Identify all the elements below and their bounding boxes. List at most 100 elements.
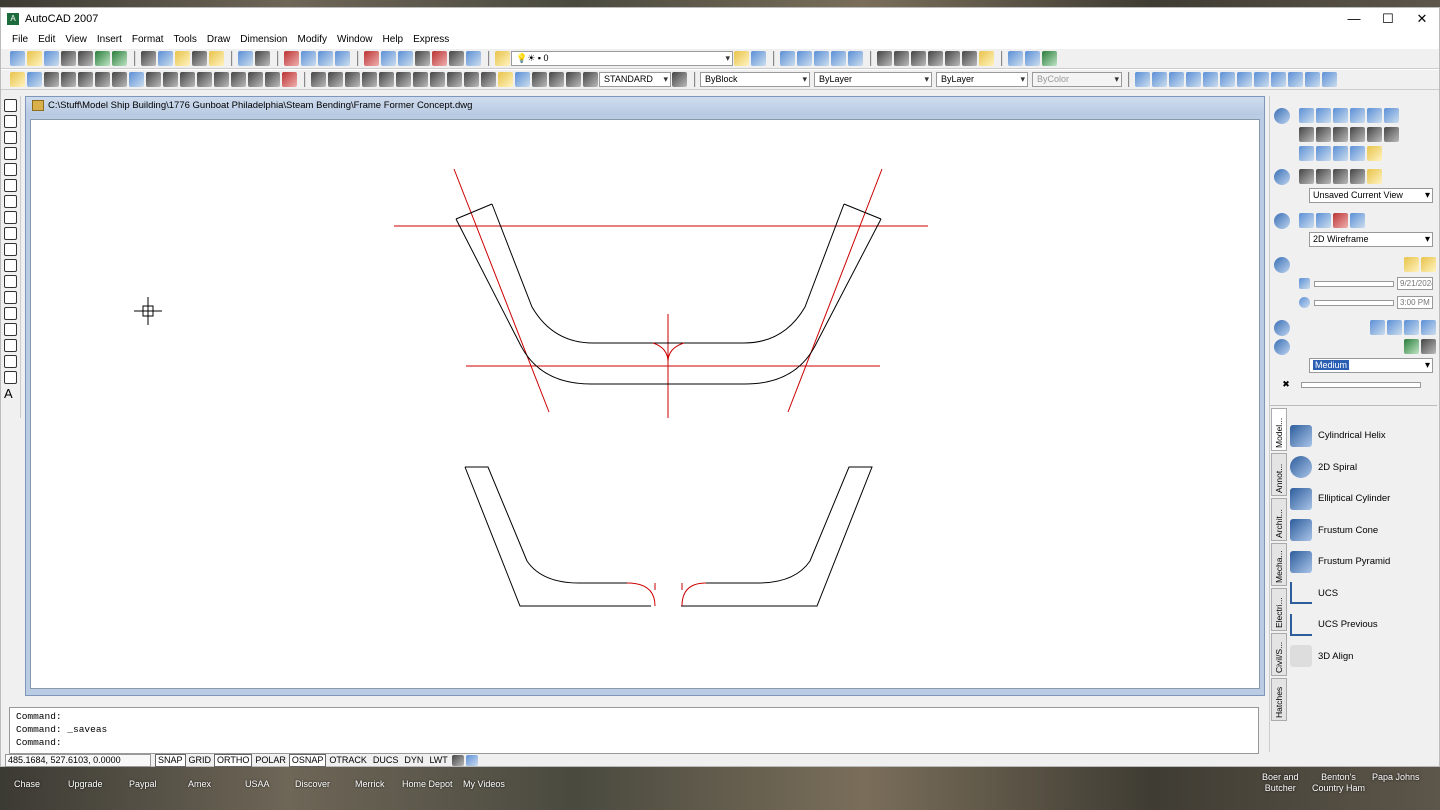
- torus-icon[interactable]: [1384, 108, 1399, 123]
- ucs-icon[interactable]: [1135, 72, 1150, 87]
- plot-preview-icon[interactable]: [78, 51, 93, 66]
- menu-modify[interactable]: Modify: [293, 34, 332, 45]
- sweep-icon[interactable]: [1333, 127, 1348, 142]
- polar-toggle[interactable]: POLAR: [252, 754, 289, 767]
- layer-tools-icon-5[interactable]: [848, 51, 863, 66]
- close-render-icon[interactable]: ✖: [1274, 379, 1298, 390]
- lwt-toggle[interactable]: LWT: [426, 754, 450, 767]
- palette-item-elliptical-cylinder[interactable]: Elliptical Cylinder: [1290, 483, 1436, 515]
- camera-icon[interactable]: [1367, 169, 1382, 184]
- ellipse-icon[interactable]: [4, 243, 17, 256]
- stretch-icon[interactable]: [163, 72, 178, 87]
- minimize-button[interactable]: —: [1337, 9, 1371, 29]
- layer-dropdown[interactable]: 💡☀ ▪ 0: [511, 51, 733, 66]
- menu-file[interactable]: File: [7, 34, 33, 45]
- erase-icon[interactable]: [27, 72, 42, 87]
- ucs-y-icon[interactable]: [1305, 72, 1320, 87]
- hatch-icon[interactable]: [4, 323, 17, 336]
- wedge-icon[interactable]: [1367, 108, 1382, 123]
- sheet-set-icon[interactable]: [415, 51, 430, 66]
- plot-icon[interactable]: [61, 51, 76, 66]
- arc-length-icon[interactable]: [345, 72, 360, 87]
- ucs-zaxis-icon[interactable]: [1254, 72, 1269, 87]
- region-icon[interactable]: [4, 355, 17, 368]
- ducs-toggle[interactable]: DUCS: [370, 754, 402, 767]
- shortcut-boer-and-butcher[interactable]: Boer and Butcher: [1262, 772, 1299, 794]
- snap-toggle[interactable]: SNAP: [155, 754, 186, 767]
- join-icon[interactable]: [231, 72, 246, 87]
- menu-edit[interactable]: Edit: [33, 34, 60, 45]
- layer-tools-icon-4[interactable]: [831, 51, 846, 66]
- menu-draw[interactable]: Draw: [202, 34, 235, 45]
- ucs-previous-icon[interactable]: [1169, 72, 1184, 87]
- section-icon[interactable]: [1350, 146, 1365, 161]
- save-icon[interactable]: [44, 51, 59, 66]
- spell-check-icon[interactable]: [928, 51, 943, 66]
- shortcut-discover[interactable]: Discover: [295, 779, 330, 789]
- presspull-icon[interactable]: [1367, 127, 1382, 142]
- zoom-realtime-icon[interactable]: [301, 51, 316, 66]
- tab-mechanical[interactable]: Mecha...: [1271, 543, 1287, 586]
- justify-text-icon[interactable]: [979, 51, 994, 66]
- model-space-canvas[interactable]: [30, 119, 1260, 689]
- new-file-icon[interactable]: [10, 51, 25, 66]
- copy-object-icon[interactable]: [44, 72, 59, 87]
- layer-manager-icon[interactable]: [495, 51, 510, 66]
- color-dropdown[interactable]: ByBlock: [700, 72, 810, 87]
- refclose-icon[interactable]: [1025, 51, 1040, 66]
- quick-dimension-icon[interactable]: [447, 72, 462, 87]
- open-file-icon[interactable]: [27, 51, 42, 66]
- ortho-toggle[interactable]: ORTHO: [214, 754, 253, 767]
- ordinate-icon[interactable]: [362, 72, 377, 87]
- palette-item-3d-align[interactable]: 3D Align: [1290, 641, 1436, 673]
- tab-annotation[interactable]: Annot...: [1271, 453, 1287, 496]
- tab-civil-structural[interactable]: Civil/S...: [1271, 633, 1287, 676]
- dimension-style-icon[interactable]: [583, 72, 598, 87]
- help-icon[interactable]: [466, 51, 481, 66]
- pan-icon[interactable]: [284, 51, 299, 66]
- materials-browser-icon[interactable]: [1370, 320, 1385, 335]
- sphere-icon[interactable]: [1333, 108, 1348, 123]
- diameter-icon[interactable]: [413, 72, 428, 87]
- named-view-dropdown[interactable]: Unsaved Current View: [1309, 188, 1433, 203]
- maximize-button[interactable]: ☐: [1371, 9, 1405, 29]
- polyline-icon[interactable]: [4, 131, 17, 144]
- menu-insert[interactable]: Insert: [92, 34, 127, 45]
- mirror-icon[interactable]: [61, 72, 76, 87]
- ucs-object-icon[interactable]: [1203, 72, 1218, 87]
- flatshot-icon[interactable]: [1367, 146, 1382, 161]
- scale-text-icon[interactable]: [962, 51, 977, 66]
- menu-view[interactable]: View: [60, 34, 92, 45]
- scale-icon[interactable]: [146, 72, 161, 87]
- revision-cloud-icon[interactable]: [4, 211, 17, 224]
- otrack-toggle[interactable]: OTRACK: [326, 754, 370, 767]
- shortcut-amex[interactable]: Amex: [188, 779, 211, 789]
- properties-icon[interactable]: [364, 51, 379, 66]
- find-text-icon[interactable]: [911, 51, 926, 66]
- box-icon[interactable]: [1299, 108, 1314, 123]
- palette-item-ucs[interactable]: UCS: [1290, 578, 1436, 610]
- render-window-icon[interactable]: [1421, 339, 1436, 354]
- rectangle-icon[interactable]: [4, 163, 17, 176]
- line-tool-icon[interactable]: [4, 99, 17, 112]
- shortcut-papa-johns[interactable]: Papa Johns: [1372, 772, 1420, 783]
- menu-help[interactable]: Help: [378, 34, 409, 45]
- linetype-dropdown[interactable]: ByLayer: [814, 72, 932, 87]
- menu-tools[interactable]: Tools: [169, 34, 202, 45]
- intersect-icon[interactable]: [1316, 146, 1331, 161]
- center-mark-icon[interactable]: [532, 72, 547, 87]
- draw-order-icon[interactable]: [10, 72, 25, 87]
- design-center-icon[interactable]: [381, 51, 396, 66]
- make-block-icon[interactable]: [4, 291, 17, 304]
- command-prompt[interactable]: Command:: [16, 736, 1252, 749]
- markup-icon[interactable]: [432, 51, 447, 66]
- grid-toggle[interactable]: GRID: [186, 754, 215, 767]
- command-window[interactable]: Command: Command: _saveas Command:: [9, 707, 1259, 754]
- layer-tools-icon-1[interactable]: [780, 51, 795, 66]
- dimension-style-dropdown[interactable]: STANDARD: [599, 72, 671, 87]
- layout-icon[interactable]: [465, 755, 478, 766]
- shortcut-home-depot[interactable]: Home Depot: [402, 779, 453, 789]
- ucs-x-icon[interactable]: [1288, 72, 1303, 87]
- chamfer-icon[interactable]: [248, 72, 263, 87]
- radius-icon[interactable]: [379, 72, 394, 87]
